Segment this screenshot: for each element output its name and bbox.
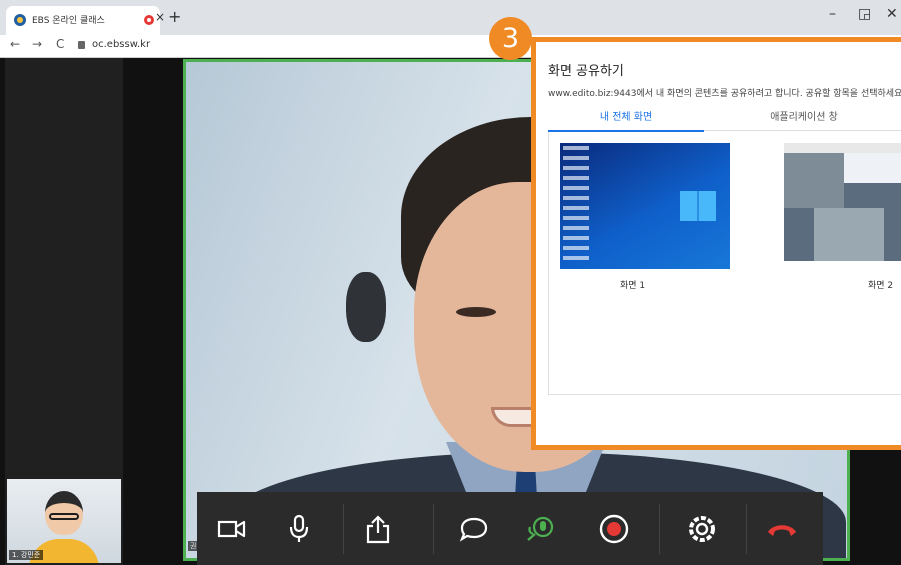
forward-button[interactable]: → <box>32 37 42 51</box>
hang-up-icon <box>768 525 796 536</box>
microphone-button[interactable] <box>282 512 316 546</box>
browser-tab[interactable]: EBS 온라인 클래스 × <box>6 6 165 35</box>
windows-logo-icon <box>680 191 716 221</box>
ebs-favicon-icon <box>14 14 26 26</box>
dialog-title: 화면 공유하기 <box>548 64 624 79</box>
toolbar-divider <box>343 504 344 554</box>
screen-2-pane <box>784 153 844 208</box>
meeting-toolbar <box>197 492 823 565</box>
tab-close-button[interactable]: × <box>155 10 165 24</box>
window-close-button[interactable]: ✕ <box>886 6 898 22</box>
back-button[interactable]: ← <box>10 37 20 51</box>
record-icon <box>599 514 629 544</box>
screen-1-label: 화면 1 <box>620 281 646 291</box>
toolbar-divider <box>746 504 747 554</box>
minimize-button[interactable]: – <box>829 6 836 22</box>
reload-button[interactable]: C <box>56 37 64 51</box>
screen-2-thumbnail[interactable] <box>784 143 901 261</box>
new-tab-button[interactable]: + <box>168 7 181 26</box>
screen-2-toolbar <box>784 143 901 153</box>
chat-button[interactable] <box>457 512 491 546</box>
tab-title: EBS 온라인 클래스 <box>32 16 105 26</box>
step-badge: 3 <box>489 17 532 60</box>
screen-share-dialog: 화면 공유하기 www.edito.biz:9443에서 내 화면의 콘텐츠를 … <box>531 37 901 450</box>
self-video-name: 1. 강민준 <box>9 550 44 560</box>
toolbar-divider <box>433 504 434 554</box>
voice-share-icon <box>527 516 554 541</box>
recording-indicator-icon <box>144 15 154 25</box>
microphone-icon <box>289 514 309 542</box>
voice-share-button[interactable] <box>524 512 558 546</box>
maximize-button[interactable]: ◲ <box>858 6 871 22</box>
toolbar-divider <box>659 504 660 554</box>
desktop-icons <box>563 146 589 264</box>
screen-2-pane <box>844 153 901 183</box>
browser-tab-bar: EBS 온라인 클래스 × + – ◲ ✕ <box>0 0 901 35</box>
screen-2-pane <box>814 208 884 261</box>
self-video-tile[interactable]: 1. 강민준 <box>7 479 121 563</box>
tab-application-window[interactable]: 애플리케이션 창 <box>704 106 901 131</box>
camera-button[interactable] <box>215 512 249 546</box>
camera-icon <box>217 520 246 538</box>
share-icon <box>366 515 390 544</box>
screen-1-thumbnail[interactable] <box>560 143 730 269</box>
speaker-headset <box>346 272 386 342</box>
hang-up-button[interactable] <box>765 512 799 546</box>
url-field[interactable]: oc.ebssw.kr <box>92 39 150 50</box>
speaker-eye <box>456 307 496 317</box>
settings-icon <box>689 516 715 542</box>
settings-button[interactable] <box>685 512 719 546</box>
tab-entire-screen[interactable]: 내 전체 화면 <box>548 106 704 132</box>
screen-2-label: 화면 2 <box>868 281 894 291</box>
record-button[interactable] <box>597 512 631 546</box>
lock-icon <box>78 41 85 49</box>
dialog-description: www.edito.biz:9443에서 내 화면의 콘텐츠를 공유하려고 합니… <box>548 89 901 99</box>
chat-icon <box>459 517 488 542</box>
share-screen-button[interactable] <box>361 512 395 546</box>
self-video-glasses <box>49 513 79 520</box>
